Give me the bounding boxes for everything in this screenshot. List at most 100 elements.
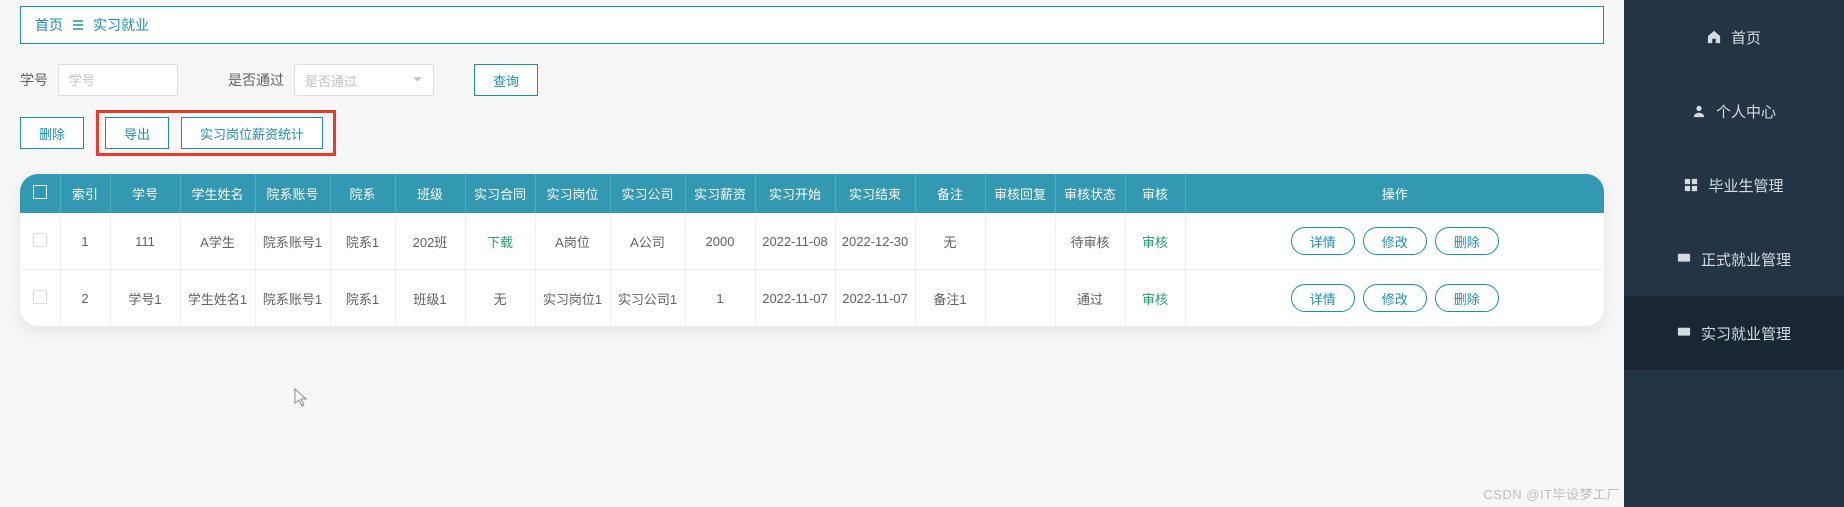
row-delete-button[interactable]: 删除 bbox=[1435, 227, 1499, 255]
student-id-input[interactable] bbox=[58, 64, 178, 96]
passed-select[interactable]: 是否通过 bbox=[294, 64, 434, 96]
passed-label: 是否通过 bbox=[228, 70, 284, 90]
user-icon bbox=[1692, 104, 1706, 118]
col-dept-acc: 院系账号 bbox=[255, 174, 330, 213]
monitor-icon bbox=[1677, 252, 1691, 266]
table-header-row: 索引 学号 学生姓名 院系账号 院系 班级 实习合同 实习岗位 实习公司 实习薪… bbox=[20, 174, 1604, 213]
sidebar-item-label: 正式就业管理 bbox=[1701, 249, 1791, 270]
select-all-checkbox[interactable] bbox=[33, 185, 47, 199]
col-index: 索引 bbox=[60, 174, 110, 213]
sidebar-item-3[interactable]: 正式就业管理 bbox=[1624, 222, 1844, 296]
col-sid: 学号 bbox=[110, 174, 180, 213]
sidebar-item-label: 毕业生管理 bbox=[1708, 175, 1783, 196]
student-id-label: 学号 bbox=[20, 70, 48, 90]
cell-sname: 学生姓名1 bbox=[180, 270, 255, 327]
bulk-delete-button[interactable]: 删除 bbox=[20, 117, 84, 149]
col-end: 实习结束 bbox=[835, 174, 915, 213]
edit-button[interactable]: 修改 bbox=[1363, 227, 1427, 255]
cell-reply bbox=[985, 270, 1055, 327]
cell-end: 2022-11-07 bbox=[835, 270, 915, 327]
search-button[interactable]: 查询 bbox=[474, 64, 538, 96]
cell-post: 实习岗位1 bbox=[535, 270, 610, 327]
cell-class: 班级1 bbox=[395, 270, 465, 327]
sidebar-item-2[interactable]: 毕业生管理 bbox=[1624, 148, 1844, 222]
breadcrumb-home[interactable]: 首页 bbox=[35, 15, 63, 35]
cell-salary: 2000 bbox=[685, 213, 755, 270]
cell-dept-acc: 院系账号1 bbox=[255, 213, 330, 270]
col-salary: 实习薪资 bbox=[685, 174, 755, 213]
cell-start: 2022-11-08 bbox=[755, 213, 835, 270]
cell-contract: 下载 bbox=[465, 213, 535, 270]
cell-index: 2 bbox=[60, 270, 110, 327]
row-delete-button[interactable]: 删除 bbox=[1435, 284, 1499, 312]
bulk-action-bar: 删除 导出 实习岗位薪资统计 bbox=[20, 110, 1604, 156]
audit-link[interactable]: 审核 bbox=[1142, 235, 1168, 250]
cell-remark: 无 bbox=[915, 213, 985, 270]
detail-button[interactable]: 详情 bbox=[1291, 284, 1355, 312]
row-checkbox[interactable] bbox=[33, 233, 47, 247]
data-table: 索引 学号 学生姓名 院系账号 院系 班级 实习合同 实习岗位 实习公司 实习薪… bbox=[20, 174, 1604, 326]
cell-audit: 审核 bbox=[1125, 213, 1185, 270]
cell-op: 详情修改删除 bbox=[1185, 213, 1604, 270]
sidebar-item-label: 首页 bbox=[1731, 27, 1761, 48]
col-remark: 备注 bbox=[915, 174, 985, 213]
export-button[interactable]: 导出 bbox=[105, 117, 169, 149]
detail-button[interactable]: 详情 bbox=[1291, 227, 1355, 255]
cell-contract: 无 bbox=[465, 270, 535, 327]
sidebar-item-4[interactable]: 实习就业管理 bbox=[1624, 296, 1844, 370]
cell-audit: 审核 bbox=[1125, 270, 1185, 327]
passed-select-placeholder: 是否通过 bbox=[305, 71, 357, 90]
col-post: 实习岗位 bbox=[535, 174, 610, 213]
col-status: 审核状态 bbox=[1055, 174, 1125, 213]
cell-sid: 学号1 bbox=[110, 270, 180, 327]
cell-class: 202班 bbox=[395, 213, 465, 270]
cell-status: 待审核 bbox=[1055, 213, 1125, 270]
breadcrumb-sep-icon bbox=[71, 19, 85, 31]
row-checkbox[interactable] bbox=[33, 290, 47, 304]
table-row: 2学号1学生姓名1院系账号1院系1班级1无实习岗位1实习公司112022-11-… bbox=[20, 270, 1604, 327]
cell-end: 2022-12-30 bbox=[835, 213, 915, 270]
cell-index: 1 bbox=[60, 213, 110, 270]
col-start: 实习开始 bbox=[755, 174, 835, 213]
cell-reply bbox=[985, 213, 1055, 270]
download-link[interactable]: 下载 bbox=[487, 235, 513, 250]
sidebar-item-label: 实习就业管理 bbox=[1701, 323, 1791, 344]
sidebar-item-0[interactable]: 首页 bbox=[1624, 0, 1844, 74]
col-class: 班级 bbox=[395, 174, 465, 213]
highlighted-buttons: 导出 实习岗位薪资统计 bbox=[96, 110, 336, 156]
col-company: 实习公司 bbox=[610, 174, 685, 213]
home-icon bbox=[1707, 30, 1721, 44]
cell-dept-acc: 院系账号1 bbox=[255, 270, 330, 327]
col-dept: 院系 bbox=[330, 174, 395, 213]
cell-salary: 1 bbox=[685, 270, 755, 327]
cursor-icon bbox=[294, 388, 308, 408]
breadcrumb-current: 实习就业 bbox=[93, 15, 149, 35]
col-op: 操作 bbox=[1185, 174, 1604, 213]
col-reply: 审核回复 bbox=[985, 174, 1055, 213]
sidebar: 首页个人中心毕业生管理正式就业管理实习就业管理 bbox=[1624, 0, 1844, 507]
sidebar-item-label: 个人中心 bbox=[1716, 101, 1776, 122]
cell-sname: A学生 bbox=[180, 213, 255, 270]
cell-status: 通过 bbox=[1055, 270, 1125, 327]
cell-dept: 院系1 bbox=[330, 270, 395, 327]
filter-bar: 学号 是否通过 是否通过 查询 bbox=[20, 64, 1604, 96]
watermark: CSDN @IT毕设梦工厂 bbox=[1483, 484, 1620, 503]
cell-company: 实习公司1 bbox=[610, 270, 685, 327]
col-audit: 审核 bbox=[1125, 174, 1185, 213]
breadcrumb: 首页 实习就业 bbox=[20, 6, 1604, 44]
cell-dept: 院系1 bbox=[330, 213, 395, 270]
monitor-icon bbox=[1677, 326, 1691, 340]
edit-button[interactable]: 修改 bbox=[1363, 284, 1427, 312]
col-sname: 学生姓名 bbox=[180, 174, 255, 213]
table-row: 1111A学生院系账号1院系1202班下载A岗位A公司20002022-11-0… bbox=[20, 213, 1604, 270]
cell-post: A岗位 bbox=[535, 213, 610, 270]
audit-link[interactable]: 审核 bbox=[1142, 292, 1168, 307]
cell-company: A公司 bbox=[610, 213, 685, 270]
sidebar-item-1[interactable]: 个人中心 bbox=[1624, 74, 1844, 148]
cell-remark: 备注1 bbox=[915, 270, 985, 327]
cell-start: 2022-11-07 bbox=[755, 270, 835, 327]
grid-icon bbox=[1684, 178, 1698, 192]
salary-stat-button[interactable]: 实习岗位薪资统计 bbox=[181, 117, 323, 149]
chevron-down-icon bbox=[412, 73, 423, 88]
cell-sid: 111 bbox=[110, 213, 180, 270]
